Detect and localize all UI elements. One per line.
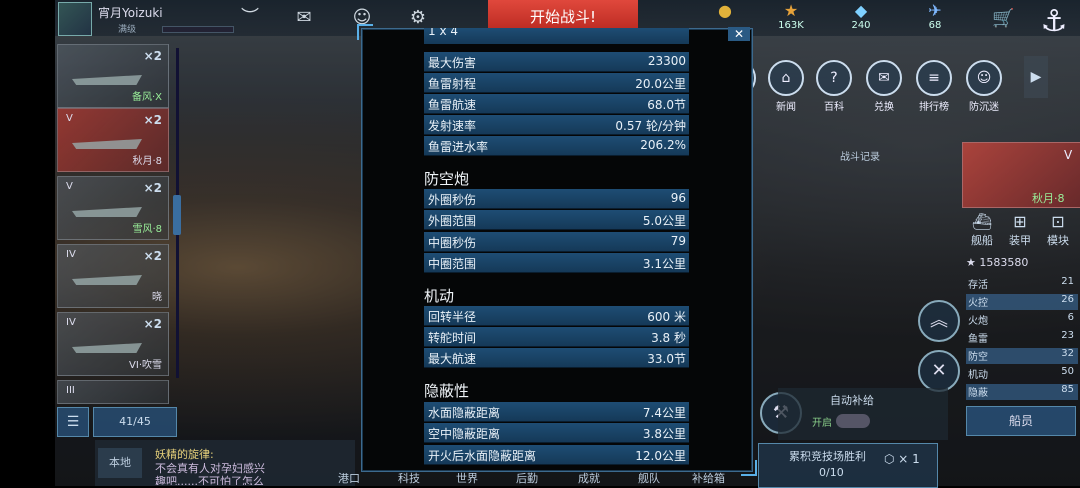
resource-star[interactable]: ★ 163K <box>766 2 816 34</box>
ship-silhouette <box>72 75 142 85</box>
stat-row: 存活 21 <box>968 276 1074 291</box>
stat-row: 火控 26 <box>966 294 1078 310</box>
coin-icon: ● <box>718 1 732 20</box>
stat-row: 隐蔽 85 <box>966 384 1078 400</box>
stat-row: 外圈范围 5.0公里 <box>424 210 689 230</box>
ship-power: ★ 1583580 <box>966 256 1029 269</box>
crew-button[interactable]: 船员 <box>966 406 1076 436</box>
tab-modules[interactable]: ⊡ 模块 <box>1040 212 1076 248</box>
stat-row: 开火后水面隐蔽距离 12.0公里 <box>424 445 689 465</box>
list-view-button[interactable]: ☰ <box>57 407 89 437</box>
stat-row: 空中隐蔽距离 3.8公里 <box>424 423 689 443</box>
selected-ship-tier: V <box>1064 148 1073 162</box>
ship-card[interactable]: IV ×2 VI·吹雪 <box>57 312 169 376</box>
star-icon: ★ <box>966 256 980 269</box>
ship-card[interactable]: III <box>57 380 169 404</box>
stat-row-partial: 1 x 4 <box>424 28 689 44</box>
left-letterbox <box>0 0 55 486</box>
repair-tools-icon[interactable]: ✕ <box>918 350 960 392</box>
news-button[interactable]: ⌂ 新闻 <box>764 60 808 113</box>
module-icon: ⊡ <box>1051 212 1065 231</box>
stat-row: 鱼雷进水率 206.2% <box>424 136 689 156</box>
ship-list-scroll-thumb[interactable] <box>173 195 181 235</box>
ship-silhouette <box>72 139 142 149</box>
stat-row: 发射速率 0.57 轮/分钟 <box>424 115 689 135</box>
ship-silhouette <box>72 207 142 217</box>
shop-cart-icon[interactable]: 🛒 <box>992 8 1014 29</box>
player-level: 满级 <box>118 25 137 35</box>
auto-supply-toggle[interactable] <box>836 414 870 428</box>
armor-icon: ⊞ <box>1013 212 1027 231</box>
ship-count: 41/45 <box>93 407 177 437</box>
resource-plane[interactable]: ✈ 68 <box>910 2 960 34</box>
nav-tech[interactable]: 科技 <box>398 470 420 486</box>
chat-channel-tab[interactable]: 本地 <box>98 448 142 478</box>
xp-bar <box>162 26 234 33</box>
battle-record-label[interactable]: 战斗记录 <box>840 148 880 163</box>
rank-chevron-icon[interactable]: ︽ <box>918 300 960 342</box>
selected-ship-name: 秋月·8 <box>1032 192 1065 205</box>
stat-row: 鱼雷航速 68.0节 <box>424 94 689 114</box>
stat-row: 鱼雷射程 20.0公里 <box>424 73 689 93</box>
stat-row: 中圈范围 3.1公里 <box>424 253 689 273</box>
player-name: 宵月Yoizuki <box>98 6 163 20</box>
ship-silhouette <box>72 343 142 353</box>
box-icon: ⬡ <box>884 452 899 466</box>
nav-achievements[interactable]: 成就 <box>578 470 600 486</box>
wiki-icon: ? <box>816 60 852 96</box>
leaderboard-icon: ≡ <box>916 60 952 96</box>
chat-message: 趣吧......不可怕了怎么 <box>155 475 264 485</box>
home-icon: ⌂ <box>768 60 804 96</box>
close-icon[interactable]: ✕ <box>728 27 750 41</box>
leaderboard-button[interactable]: ≡ 排行榜 <box>912 60 956 113</box>
stat-row: 最大伤害 23300 <box>424 52 689 72</box>
gift-icon: ✉ <box>866 60 902 96</box>
plane-icon: ✈ <box>928 1 942 20</box>
section-title-aa: 防空炮 <box>424 170 470 188</box>
stat-row: 机动 50 <box>968 366 1074 381</box>
ship-card-selected[interactable]: V ×2 秋月·8 <box>57 108 169 172</box>
nav-world[interactable]: 世界 <box>456 470 478 486</box>
stat-row: 水面隐蔽距离 7.4公里 <box>424 402 689 422</box>
expand-arrow-button[interactable]: ▶ <box>1024 56 1048 98</box>
stat-row: 回转半径 600 米 <box>424 306 689 326</box>
wings-icon[interactable]: ︶ <box>238 8 262 28</box>
tab-armor[interactable]: ⊞ 装甲 <box>1002 212 1038 248</box>
modal-corner-decoration <box>357 24 373 40</box>
stat-row: 鱼雷 23 <box>968 330 1074 345</box>
ship-silhouette <box>72 275 142 285</box>
mail-icon[interactable]: ✉ <box>292 8 316 28</box>
person-icon: ☺ <box>966 60 1002 96</box>
redeem-button[interactable]: ✉ 兑换 <box>862 60 906 113</box>
stat-row: 转舵时间 3.8 秒 <box>424 327 689 347</box>
boost-count[interactable]: ⬡ × 1 <box>884 452 920 466</box>
nav-port[interactable]: 港口 <box>338 470 360 486</box>
tab-ship[interactable]: ⛴ 舰船 <box>964 212 1000 248</box>
stat-row: 外圈秒伤 96 <box>424 189 689 209</box>
gear-icon[interactable]: ⚙ <box>406 8 430 28</box>
stat-row: 防空 32 <box>966 348 1078 364</box>
diamond-icon: ◆ <box>854 1 868 20</box>
section-title-concealment: 隐蔽性 <box>424 382 470 400</box>
modal-corner-decoration <box>741 460 757 476</box>
player-avatar[interactable] <box>58 2 92 36</box>
anchor-icon[interactable]: ⚓ <box>1034 0 1074 44</box>
resource-diamond[interactable]: ◆ 240 <box>836 2 886 34</box>
ship-card[interactable]: IV ×2 晓 <box>57 244 169 308</box>
stat-row: 最大航速 33.0节 <box>424 348 689 368</box>
nav-fleet[interactable]: 舰队 <box>638 470 660 486</box>
auto-supply-panel: 自动补给 开启 <box>778 388 948 440</box>
nav-supply-box[interactable]: 补给箱 <box>692 470 725 486</box>
stat-row: 中圈秒伤 79 <box>424 232 689 252</box>
ship-card[interactable]: V ×2 雪风·8 <box>57 176 169 240</box>
ship-icon: ⛴ <box>971 212 993 231</box>
nav-logistics[interactable]: 后勤 <box>516 470 538 486</box>
anti-addiction-button[interactable]: ☺ 防沉迷 <box>962 60 1006 113</box>
wiki-button[interactable]: ? 百科 <box>812 60 856 113</box>
stat-row: 火炮 6 <box>968 312 1074 327</box>
section-title-maneuver: 机动 <box>424 287 455 305</box>
ship-card[interactable]: ×2 备风·X <box>57 44 169 108</box>
star-icon: ★ <box>783 1 799 20</box>
